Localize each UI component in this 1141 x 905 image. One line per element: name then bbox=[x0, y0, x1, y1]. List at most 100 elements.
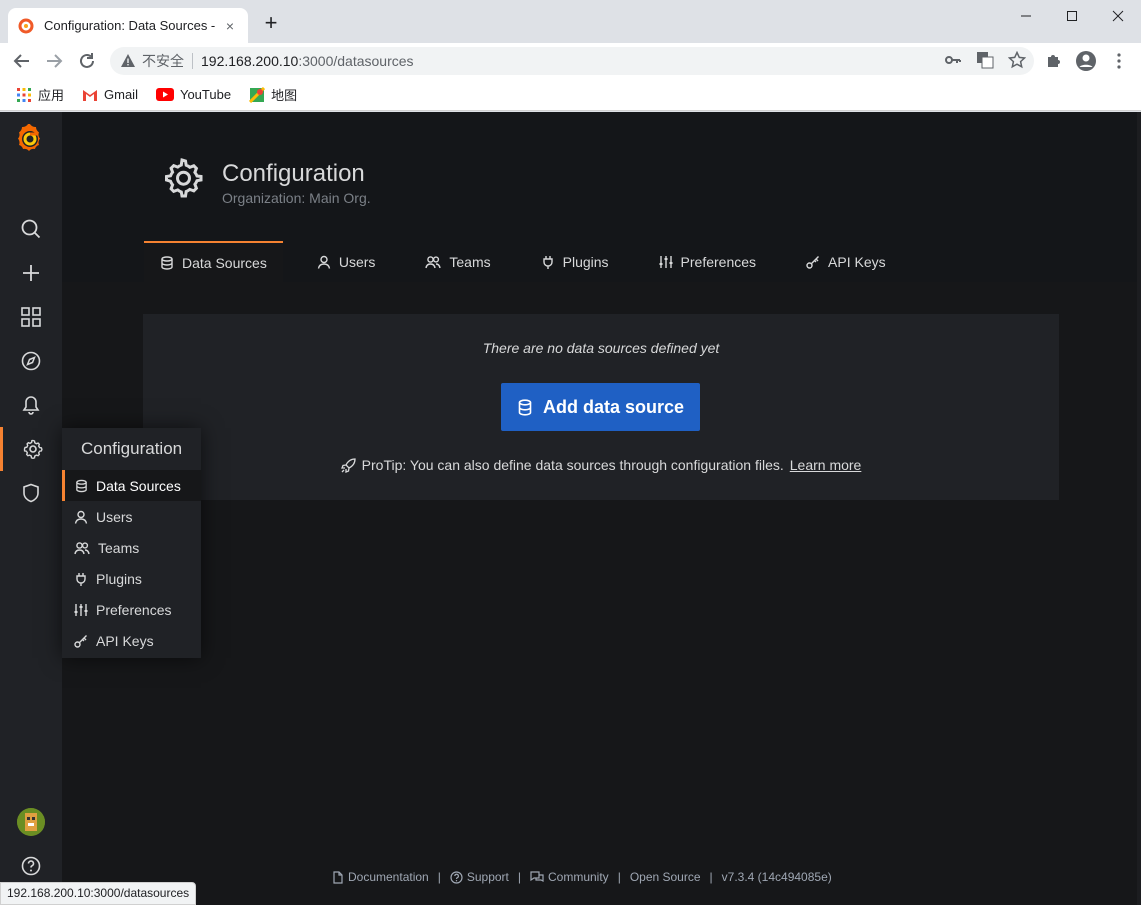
page-subtitle: Organization: Main Org. bbox=[222, 190, 371, 206]
users-icon bbox=[74, 541, 90, 554]
database-icon bbox=[76, 479, 87, 492]
database-icon bbox=[518, 398, 532, 416]
dropdown-item-data-sources[interactable]: Data Sources bbox=[62, 470, 201, 501]
key-icon[interactable] bbox=[944, 51, 962, 69]
footer-documentation-link[interactable]: Documentation bbox=[332, 870, 429, 884]
tab-close-icon[interactable]: × bbox=[222, 18, 238, 34]
add-data-source-label: Add data source bbox=[542, 396, 685, 417]
footer-label: Community bbox=[548, 870, 609, 884]
account-icon bbox=[1076, 51, 1096, 71]
url-path: :3000/datasources bbox=[298, 53, 414, 69]
bookmark-gmail[interactable]: Gmail bbox=[82, 87, 138, 102]
shield-icon bbox=[23, 483, 39, 503]
side-alerting[interactable] bbox=[0, 383, 62, 427]
rocket-icon bbox=[340, 457, 356, 473]
footer-label: Open Source bbox=[629, 870, 701, 884]
close-window-button[interactable] bbox=[1095, 4, 1141, 28]
youtube-icon bbox=[155, 88, 174, 101]
tab-label: Users bbox=[338, 253, 376, 270]
new-tab-button[interactable]: + bbox=[260, 12, 282, 34]
bookmark-label: Gmail bbox=[104, 87, 138, 102]
profile-button[interactable] bbox=[1074, 49, 1098, 73]
user-avatar[interactable] bbox=[17, 808, 45, 836]
minimize-button[interactable] bbox=[1003, 4, 1049, 28]
page-title: Configuration bbox=[222, 160, 365, 187]
compass-icon bbox=[21, 351, 41, 371]
tab-data-sources[interactable]: Data Sources bbox=[144, 241, 283, 282]
footer-support-link[interactable]: Support bbox=[450, 870, 509, 884]
translate-icon[interactable] bbox=[976, 51, 994, 69]
dropdown-item-preferences[interactable]: Preferences bbox=[62, 594, 201, 625]
side-explore[interactable] bbox=[0, 339, 62, 383]
bookmark-apps[interactable]: 应用 bbox=[16, 85, 64, 104]
apps-grid-icon bbox=[17, 87, 31, 102]
cog-icon bbox=[23, 439, 43, 459]
omnibox-actions bbox=[944, 51, 1026, 69]
maps-icon bbox=[249, 86, 266, 103]
users-icon bbox=[425, 255, 442, 268]
question-circle-icon bbox=[450, 870, 463, 884]
side-search[interactable] bbox=[0, 207, 62, 251]
extensions-button[interactable] bbox=[1042, 49, 1066, 73]
reload-button[interactable] bbox=[75, 49, 99, 73]
tab-teams[interactable]: Teams bbox=[409, 241, 506, 282]
dropdown-header[interactable]: Configuration bbox=[62, 428, 201, 470]
dropdown-item-label: API Keys bbox=[96, 632, 154, 649]
dropdown-item-label: Teams bbox=[98, 539, 140, 556]
footer-label: v7.3.4 (14c494085e) bbox=[721, 870, 832, 884]
puzzle-icon bbox=[1048, 55, 1060, 67]
footer-label: Documentation bbox=[348, 870, 429, 884]
browser-tab[interactable]: Configuration: Data Sources - × bbox=[8, 8, 248, 43]
dropdown-item-plugins[interactable]: Plugins bbox=[62, 563, 201, 594]
plug-icon bbox=[542, 255, 553, 269]
apps-icon bbox=[21, 307, 41, 327]
browser-menu-button[interactable] bbox=[1107, 49, 1131, 73]
side-dashboards[interactable] bbox=[0, 295, 62, 339]
footer-open-source-link[interactable]: Open Source bbox=[630, 870, 701, 884]
tab-api-keys[interactable]: API Keys bbox=[790, 241, 902, 282]
user-icon bbox=[317, 255, 331, 269]
bell-icon bbox=[22, 396, 40, 415]
side-menu bbox=[0, 112, 62, 905]
forward-button[interactable] bbox=[42, 49, 66, 73]
side-configuration[interactable] bbox=[0, 427, 62, 471]
address-bar[interactable]: 不安全 192.168.200.10 :3000/datasources bbox=[110, 47, 1034, 75]
insecure-label: 不安全 bbox=[142, 53, 184, 69]
star-icon[interactable] bbox=[1008, 51, 1026, 69]
search-icon bbox=[21, 219, 41, 239]
footer-separator: | bbox=[517, 870, 521, 884]
bookmark-youtube[interactable]: YouTube bbox=[155, 87, 231, 102]
back-button[interactable] bbox=[10, 49, 34, 73]
dropdown-item-label: Data Sources bbox=[96, 477, 181, 494]
maximize-button[interactable] bbox=[1049, 4, 1095, 28]
dropdown-item-label: Users bbox=[96, 508, 133, 525]
user-icon bbox=[74, 510, 88, 524]
tab-plugins[interactable]: Plugins bbox=[525, 241, 625, 282]
dropdown-item-api-keys[interactable]: API Keys bbox=[62, 625, 201, 656]
database-icon bbox=[161, 255, 173, 270]
footer-separator: | bbox=[709, 870, 713, 884]
page-scrollbar[interactable] bbox=[1137, 112, 1141, 905]
side-create[interactable] bbox=[0, 251, 62, 295]
question-circle-icon bbox=[21, 856, 41, 876]
key-icon bbox=[806, 255, 820, 269]
tab-users[interactable]: Users bbox=[301, 241, 392, 282]
grafana-logo-icon[interactable] bbox=[14, 122, 46, 154]
dropdown-item-teams[interactable]: Teams bbox=[62, 532, 201, 563]
footer-label: Support bbox=[466, 870, 509, 884]
bookmark-label: 应用 bbox=[38, 88, 65, 103]
side-server-admin[interactable] bbox=[0, 471, 62, 515]
footer-community-link[interactable]: Community bbox=[530, 870, 609, 884]
dropdown-item-label: Plugins bbox=[96, 570, 142, 587]
maximize-icon bbox=[1067, 11, 1077, 21]
dropdown-item-label: Preferences bbox=[96, 601, 172, 618]
bookmark-label: 地图 bbox=[271, 88, 298, 103]
dropdown-item-users[interactable]: Users bbox=[62, 501, 201, 532]
protip: ProTip: You can also define data sources… bbox=[143, 457, 1059, 473]
bookmark-maps[interactable]: 地图 bbox=[249, 85, 297, 104]
add-data-source-button[interactable]: Add data source bbox=[501, 383, 700, 431]
learn-more-link[interactable]: Learn more bbox=[790, 457, 862, 473]
tab-preferences[interactable]: Preferences bbox=[643, 241, 772, 282]
grafana-favicon-icon bbox=[18, 18, 34, 33]
plug-icon bbox=[76, 572, 86, 586]
